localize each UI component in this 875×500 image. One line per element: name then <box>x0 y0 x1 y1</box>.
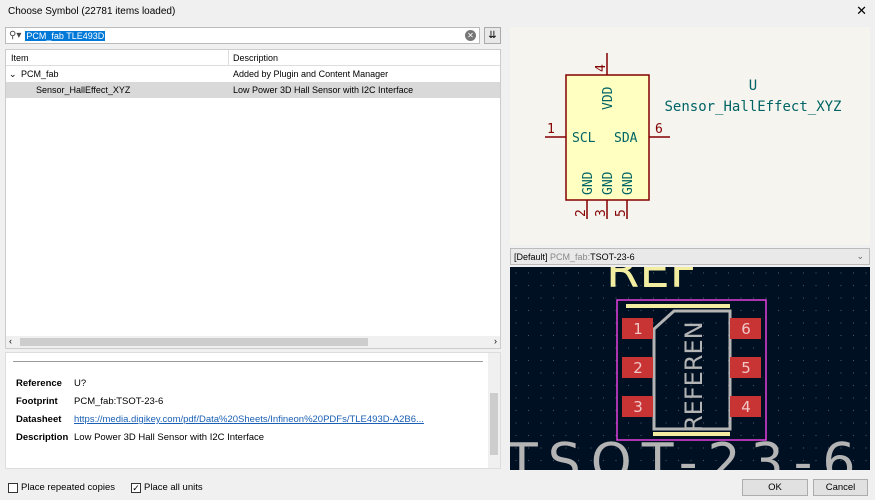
tree-header: Item Description <box>6 50 500 66</box>
cancel-button[interactable]: Cancel <box>813 479 868 496</box>
tree-item-description: Low Power 3D Hall Sensor with I2C Interf… <box>233 85 414 95</box>
footprint-select[interactable]: [Default] PCM_fab:TSOT-23-6 ⌄ <box>510 248 870 265</box>
detail-datasheet: Datasheet https://media.digikey.com/pdf/D… <box>16 414 424 425</box>
ref-silk-text: REF <box>606 267 697 299</box>
value-text: TSOT-23-6 <box>510 433 865 470</box>
pin-number: 5 <box>614 209 629 217</box>
tree-item-label: Sensor_HallEffect_XYZ <box>36 85 131 95</box>
window-title: Choose Symbol (22781 items loaded) <box>8 6 176 17</box>
search-input[interactable]: ⚲▾ PCM_fab TLE493D ✕ <box>5 27 480 44</box>
chevron-down-icon[interactable]: ⌄ <box>856 251 864 262</box>
pad-number: 5 <box>741 359 751 377</box>
pin-number: 3 <box>594 209 609 217</box>
expand-chevron-icon[interactable]: ⌄ <box>9 69 17 80</box>
footprint-preview: REF 1 2 3 4 5 6 REFEREN TSOT-23-6 <box>510 267 870 470</box>
fab-ref-text: REFEREN <box>680 321 708 432</box>
details-panel: Reference U? Footprint PCM_fab:TSOT-23-6 D… <box>5 352 501 469</box>
datasheet-link[interactable]: https://media.digikey.com/pdf/Data%20She… <box>74 414 424 425</box>
pin-name: VDD <box>601 86 616 110</box>
pad-number: 3 <box>633 398 643 416</box>
column-item[interactable]: Item <box>11 53 29 63</box>
pin-name: GND <box>601 171 616 195</box>
place-all-units-checkbox[interactable]: ✓ Place all units <box>131 482 203 493</box>
place-repeated-copies-checkbox[interactable]: Place repeated copies <box>8 482 115 493</box>
ok-button[interactable]: OK <box>742 479 808 496</box>
pin-number: 1 <box>547 122 555 137</box>
pin-name: SCL <box>572 131 596 146</box>
symbol-preview: 1 6 4 2 3 5 SCL SDA VDD GND GND GND U Se… <box>510 27 870 245</box>
symbol-tree[interactable]: Item Description ⌄ PCM_fab Added by Plug… <box>5 49 501 349</box>
clear-search-icon[interactable]: ✕ <box>465 30 476 41</box>
tree-row-library[interactable]: ⌄ PCM_fab Added by Plugin and Content Ma… <box>6 66 500 82</box>
pad-number: 2 <box>633 359 643 377</box>
sort-button[interactable]: ⇊ <box>484 27 501 44</box>
pin-number: 4 <box>594 64 609 72</box>
detail-description: Description Low Power 3D Hall Sensor with… <box>16 432 265 443</box>
close-icon[interactable]: ✕ <box>856 3 867 19</box>
horizontal-scrollbar[interactable]: ‹ › <box>6 336 500 348</box>
tree-item-description: Added by Plugin and Content Manager <box>233 69 389 79</box>
pin-name: GND <box>621 171 636 195</box>
pad-number: 6 <box>741 320 751 338</box>
pin-number: 6 <box>655 122 663 137</box>
symbol-value: Sensor_HallEffect_XYZ <box>664 99 841 115</box>
pin-number: 2 <box>574 209 589 217</box>
pad-number: 1 <box>633 320 643 338</box>
pad-number: 4 <box>741 398 751 416</box>
pin-name: GND <box>581 171 596 195</box>
column-description[interactable]: Description <box>233 53 278 63</box>
symbol-reference: U <box>749 78 757 94</box>
pin-name: SDA <box>614 131 638 146</box>
detail-reference: Reference U? <box>16 378 87 389</box>
detail-footprint: Footprint PCM_fab:TSOT-23-6 <box>16 396 164 407</box>
search-icon[interactable]: ⚲▾ <box>9 30 21 41</box>
tree-item-label: PCM_fab <box>21 69 59 79</box>
search-value[interactable]: PCM_fab TLE493D <box>25 30 106 41</box>
tree-row-symbol[interactable]: Sensor_HallEffect_XYZ Low Power 3D Hall … <box>6 82 500 98</box>
vertical-scrollbar[interactable] <box>488 353 500 468</box>
